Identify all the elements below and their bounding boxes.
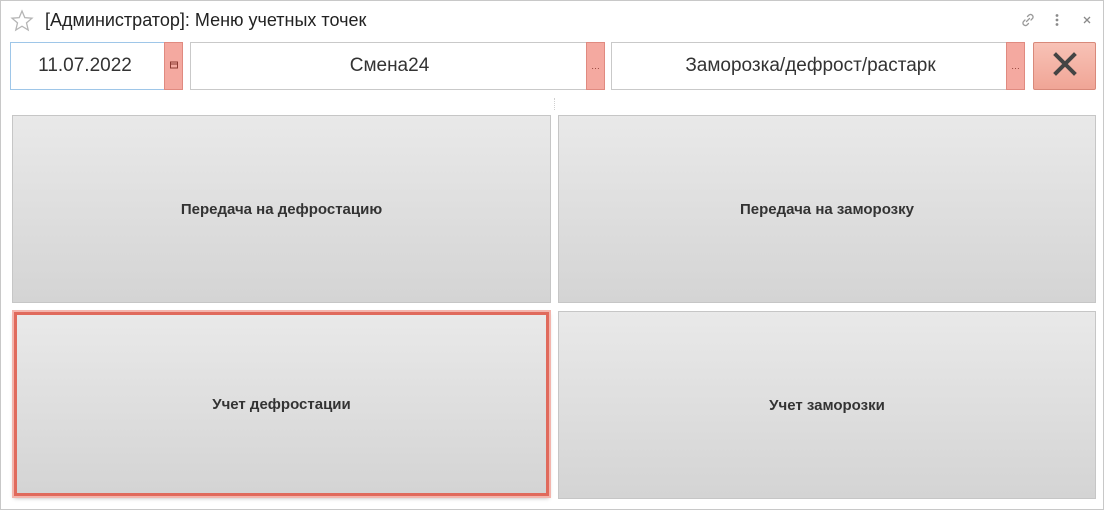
more-vertical-icon[interactable] (1048, 11, 1066, 29)
date-field[interactable]: 11.07.2022 (10, 42, 165, 90)
button-label: Передача на заморозку (739, 200, 914, 218)
ellipsis-icon: … (591, 61, 600, 71)
close-form-button[interactable] (1033, 42, 1096, 90)
link-icon[interactable] (1019, 11, 1037, 29)
defrost-accounting-button[interactable]: Учет дефростации (14, 312, 549, 496)
button-label: Учет дефростации (212, 395, 351, 413)
star-icon[interactable] (10, 9, 34, 33)
ellipsis-icon: … (1011, 61, 1020, 71)
calendar-icon (169, 61, 178, 71)
window: [Администратор]: Меню учетных точек 11.0… (0, 0, 1104, 510)
close-x-icon (1051, 50, 1079, 83)
button-label: Учет заморозки (769, 396, 885, 414)
operation-select-button[interactable]: … (1006, 42, 1025, 90)
title-bar: [Администратор]: Меню учетных точек (1, 1, 1103, 37)
close-icon[interactable] (1078, 11, 1096, 29)
shift-value: Смена24 (349, 55, 430, 76)
button-label: Передача на дефростацию (180, 200, 383, 218)
operation-value: Заморозка/дефрост/растарк (685, 55, 936, 76)
transfer-to-freeze-button[interactable]: Передача на заморозку (558, 115, 1096, 303)
transfer-to-defrost-button[interactable]: Передача на дефростацию (12, 115, 551, 303)
calendar-button[interactable] (164, 42, 183, 90)
operation-field[interactable]: Заморозка/дефрост/растарк (611, 42, 1008, 90)
column-divider (554, 98, 555, 110)
date-value: 11.07.2022 (38, 55, 132, 76)
shift-select-button[interactable]: … (586, 42, 605, 90)
window-title: [Администратор]: Меню учетных точек (45, 10, 367, 30)
shift-field[interactable]: Смена24 (190, 42, 587, 90)
freeze-accounting-button[interactable]: Учет заморозки (558, 311, 1096, 499)
